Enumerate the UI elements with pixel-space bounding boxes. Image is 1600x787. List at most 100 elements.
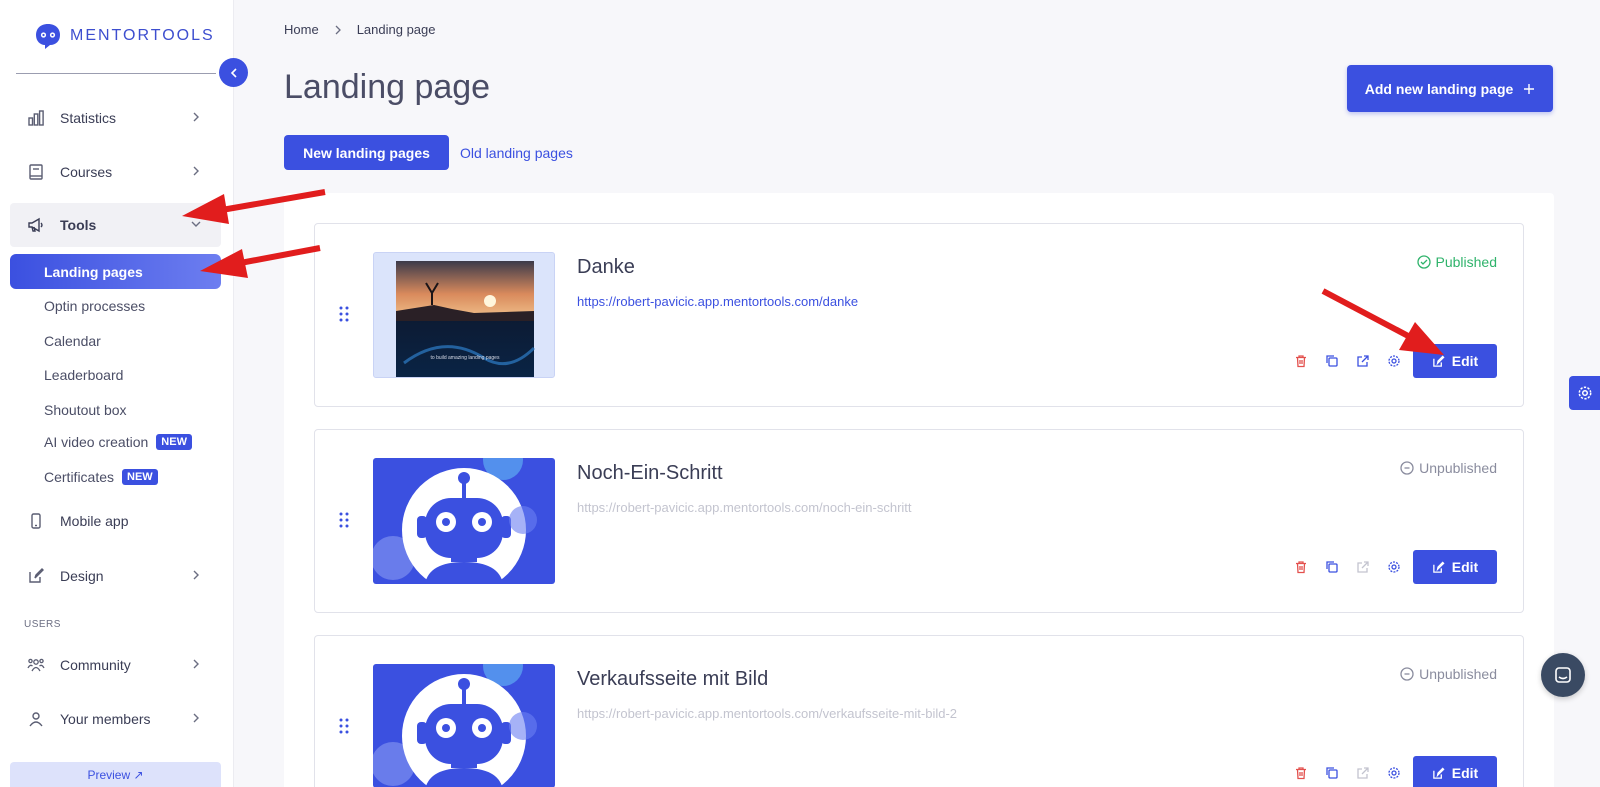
drag-handle-icon[interactable] xyxy=(339,718,349,739)
sidebar-subitem-landing-pages[interactable]: Landing pages xyxy=(10,254,221,289)
users-group-icon xyxy=(26,655,46,675)
mentortools-logo-icon xyxy=(36,24,60,49)
landing-page-thumbnail[interactable] xyxy=(373,664,555,787)
external-link-icon[interactable] xyxy=(1347,344,1378,378)
chevron-down-icon xyxy=(191,221,201,227)
chevron-left-icon xyxy=(230,67,237,78)
landing-page-url[interactable]: https://robert-pavicic.app.mentortools.c… xyxy=(577,294,858,309)
sidebar-subitem-label: Calendar xyxy=(44,333,101,349)
sidebar-subitem-shoutout-box[interactable]: Shoutout box xyxy=(44,402,127,418)
sidebar-subitem-label: Landing pages xyxy=(44,263,143,280)
sidebar-subitem-leaderboard[interactable]: Leaderboard xyxy=(44,367,123,383)
thumbnail-caption: to build amazing landing pages xyxy=(431,355,500,361)
landing-page-title: Verkaufsseite mit Bild xyxy=(577,668,769,690)
sidebar-item-label: Design xyxy=(60,568,104,584)
edit-icon xyxy=(1432,354,1445,367)
gear-icon[interactable] xyxy=(1378,344,1409,378)
landing-page-thumbnail[interactable]: to build amazing landing pages xyxy=(373,252,555,378)
sidebar-subitem-label: Leaderboard xyxy=(44,367,124,383)
status-label: Published xyxy=(1435,254,1498,270)
robot-placeholder-image xyxy=(373,664,537,787)
sidebar-divider xyxy=(16,73,216,74)
landing-page-card: Verkaufsseite mit Bild https://robert-pa… xyxy=(314,635,1524,787)
edit-label: Edit xyxy=(1451,353,1479,369)
sidebar-item-community[interactable]: Community xyxy=(10,643,221,687)
sidebar-item-label: Statistics xyxy=(60,110,117,126)
smartphone-icon xyxy=(26,511,46,531)
landing-page-thumbnail[interactable] xyxy=(373,458,555,584)
edit-icon xyxy=(1432,560,1445,573)
status-label: Unpublished xyxy=(1419,460,1497,476)
sidebar-item-label: Courses xyxy=(60,164,113,180)
logo[interactable]: MENTORTOOLS xyxy=(34,22,215,50)
gear-icon[interactable] xyxy=(1378,756,1409,787)
breadcrumb-current: Landing page xyxy=(356,22,436,37)
sidebar-collapse-button[interactable] xyxy=(219,58,248,87)
duplicate-icon[interactable] xyxy=(1316,344,1347,378)
trash-icon[interactable] xyxy=(1285,756,1316,787)
edit-button[interactable]: Edit xyxy=(1413,344,1497,378)
status-badge: Unpublished xyxy=(1400,666,1497,682)
edit-icon xyxy=(1432,766,1445,779)
minus-circle-icon xyxy=(1400,667,1414,681)
add-landing-page-button[interactable]: Add new landing page xyxy=(1347,65,1553,112)
sidebar-item-statistics[interactable]: Statistics xyxy=(10,96,221,140)
breadcrumb: Home Landing page xyxy=(284,22,436,37)
breadcrumb-home[interactable]: Home xyxy=(284,22,319,37)
landing-page-url[interactable]: https://robert-pavicic.app.mentortools.c… xyxy=(577,706,957,721)
sidebar-item-design[interactable]: Design xyxy=(10,554,221,598)
drag-handle-icon[interactable] xyxy=(339,306,349,327)
bar-chart-icon xyxy=(26,108,46,128)
landing-page-card: to build amazing landing pages Danke htt… xyxy=(314,223,1524,407)
edit-label: Edit xyxy=(1451,559,1479,575)
card-actions: Edit xyxy=(1285,756,1497,787)
user-icon xyxy=(26,709,46,729)
duplicate-icon[interactable] xyxy=(1316,756,1347,787)
chat-support-icon[interactable] xyxy=(1541,653,1585,697)
trash-icon[interactable] xyxy=(1285,344,1316,378)
sidebar-subitem-ai-video-creation[interactable]: AI video creation NEW xyxy=(44,434,192,450)
tab-new-landing-pages[interactable]: New landing pages xyxy=(284,135,449,170)
new-badge: NEW xyxy=(122,469,158,485)
trash-icon[interactable] xyxy=(1285,550,1316,584)
sidebar-item-mobile-app[interactable]: Mobile app xyxy=(10,499,221,543)
sunset-thumbnail-image: to build amazing landing pages xyxy=(396,261,536,377)
brand-name: MENTORTOOLS xyxy=(70,27,215,44)
landing-page-url[interactable]: https://robert-pavicic.app.mentortools.c… xyxy=(577,500,912,515)
sidebar-item-label: Mobile app xyxy=(60,513,129,529)
sidebar-subitem-calendar[interactable]: Calendar xyxy=(44,333,101,349)
robot-placeholder-image xyxy=(373,458,537,584)
check-circle-icon xyxy=(1416,255,1431,269)
sidebar-subitem-certificates[interactable]: Certificates NEW xyxy=(44,469,158,485)
drag-handle-icon[interactable] xyxy=(339,512,349,533)
settings-drawer-gear-icon[interactable] xyxy=(1569,376,1600,410)
sidebar-subitem-label: AI video creation xyxy=(44,434,149,450)
add-button-label: Add new landing page xyxy=(1364,80,1514,97)
megaphone-icon xyxy=(26,215,46,235)
page-title: Landing page xyxy=(284,68,491,106)
edit-button[interactable]: Edit xyxy=(1413,756,1497,787)
sidebar: MENTORTOOLS Statistics Courses Tools Lan… xyxy=(0,0,234,787)
sidebar-item-tools[interactable]: Tools xyxy=(10,203,221,247)
pencil-square-icon xyxy=(26,566,46,586)
sidebar-subitem-label: Certificates xyxy=(44,469,115,485)
gear-icon[interactable] xyxy=(1378,550,1409,584)
sidebar-item-label: Tools xyxy=(60,217,97,233)
sidebar-subitem-label: Optin processes xyxy=(44,298,146,314)
section-label-users: USERS xyxy=(24,619,61,630)
sidebar-item-label: Your members xyxy=(60,711,151,727)
sidebar-item-label: Community xyxy=(60,657,131,673)
preview-button[interactable]: Preview ↗ xyxy=(10,762,221,787)
sidebar-subitem-optin-processes[interactable]: Optin processes xyxy=(44,298,145,314)
duplicate-icon[interactable] xyxy=(1316,550,1347,584)
external-link-icon xyxy=(1347,756,1378,787)
edit-button[interactable]: Edit xyxy=(1413,550,1497,584)
sidebar-item-your-members[interactable]: Your members xyxy=(10,697,221,741)
tab-old-landing-pages[interactable]: Old landing pages xyxy=(460,145,573,161)
sidebar-item-courses[interactable]: Courses xyxy=(10,150,221,194)
chevron-right-icon xyxy=(193,659,199,669)
edit-label: Edit xyxy=(1451,765,1479,781)
chevron-right-icon xyxy=(193,570,199,580)
new-badge: NEW xyxy=(156,434,192,450)
landing-page-card: Noch-Ein-Schritt https://robert-pavicic.… xyxy=(314,429,1524,613)
